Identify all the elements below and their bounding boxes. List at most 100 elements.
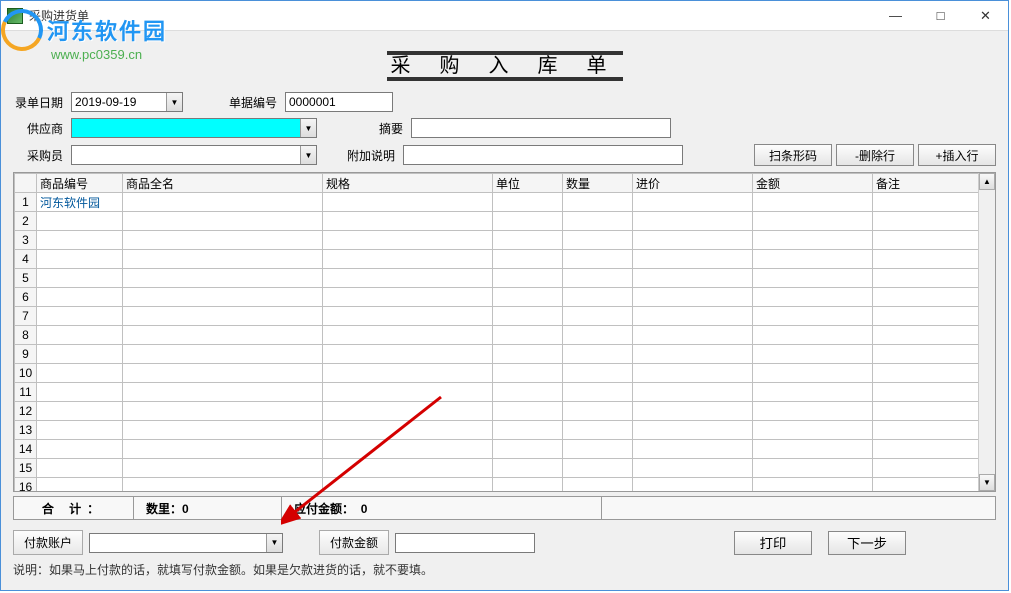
grid-cell[interactable]	[873, 231, 979, 250]
column-header[interactable]: 商品编号	[37, 174, 123, 193]
grid-cell[interactable]	[123, 193, 323, 212]
column-header[interactable]: 规格	[323, 174, 493, 193]
grid-cell[interactable]	[123, 459, 323, 478]
grid-cell[interactable]	[563, 288, 633, 307]
table-row[interactable]: 5	[15, 269, 979, 288]
grid-cell[interactable]	[493, 364, 563, 383]
grid-cell[interactable]	[493, 459, 563, 478]
buyer-combo[interactable]: ▼	[71, 145, 317, 165]
grid-cell[interactable]	[493, 326, 563, 345]
grid-cell[interactable]	[37, 364, 123, 383]
grid-cell[interactable]	[37, 459, 123, 478]
grid-cell[interactable]	[323, 421, 493, 440]
grid-cell[interactable]	[37, 250, 123, 269]
table-row[interactable]: 3	[15, 231, 979, 250]
grid-cell[interactable]	[37, 345, 123, 364]
grid-cell[interactable]	[563, 231, 633, 250]
grid-cell[interactable]	[753, 307, 873, 326]
grid-cell[interactable]	[323, 459, 493, 478]
grid-cell[interactable]	[323, 288, 493, 307]
grid-cell[interactable]	[873, 440, 979, 459]
grid-cell[interactable]	[323, 231, 493, 250]
grid-cell[interactable]	[633, 345, 753, 364]
grid-cell[interactable]	[873, 288, 979, 307]
grid-cell[interactable]	[123, 440, 323, 459]
grid-cell[interactable]	[873, 269, 979, 288]
table-row[interactable]: 9	[15, 345, 979, 364]
grid-cell[interactable]	[323, 440, 493, 459]
grid-cell[interactable]	[37, 269, 123, 288]
table-row[interactable]: 10	[15, 364, 979, 383]
grid-cell[interactable]	[37, 440, 123, 459]
grid-cell[interactable]	[123, 364, 323, 383]
summary-input[interactable]	[411, 118, 671, 138]
grid-cell[interactable]	[633, 421, 753, 440]
grid-cell[interactable]	[493, 478, 563, 492]
grid-cell[interactable]	[123, 402, 323, 421]
grid-cell[interactable]	[633, 307, 753, 326]
grid-cell[interactable]	[753, 326, 873, 345]
scroll-down-icon[interactable]: ▼	[979, 474, 995, 491]
grid-cell[interactable]	[873, 250, 979, 269]
extra-input[interactable]	[403, 145, 683, 165]
grid-cell[interactable]	[873, 478, 979, 492]
table-row[interactable]: 7	[15, 307, 979, 326]
grid-cell[interactable]	[563, 383, 633, 402]
grid-cell[interactable]	[873, 402, 979, 421]
table-row[interactable]: 14	[15, 440, 979, 459]
table-row[interactable]: 13	[15, 421, 979, 440]
grid-cell[interactable]	[633, 269, 753, 288]
doc-no-input[interactable]	[285, 92, 393, 112]
column-header[interactable]: 金额	[753, 174, 873, 193]
close-button[interactable]: ✕	[963, 1, 1008, 30]
grid-cell[interactable]	[633, 402, 753, 421]
grid-cell[interactable]	[873, 307, 979, 326]
grid-cell[interactable]	[123, 212, 323, 231]
delete-row-button[interactable]: -删除行	[836, 144, 914, 166]
grid-cell[interactable]	[493, 307, 563, 326]
grid-cell[interactable]	[753, 402, 873, 421]
grid-cell[interactable]	[633, 478, 753, 492]
column-header[interactable]: 进价	[633, 174, 753, 193]
grid-cell[interactable]	[323, 345, 493, 364]
grid-cell[interactable]	[873, 421, 979, 440]
grid-cell[interactable]	[323, 269, 493, 288]
supplier-combo[interactable]: ▼	[71, 118, 317, 138]
grid-cell[interactable]	[323, 212, 493, 231]
data-grid[interactable]: 商品编号商品全名规格单位数量进价金额备注1河东软件园23456789101112…	[13, 172, 996, 492]
grid-cell[interactable]	[493, 345, 563, 364]
grid-cell[interactable]	[753, 212, 873, 231]
grid-cell[interactable]	[753, 288, 873, 307]
next-button[interactable]: 下一步	[828, 531, 906, 555]
grid-cell[interactable]	[563, 478, 633, 492]
grid-cell[interactable]	[37, 288, 123, 307]
grid-cell[interactable]	[323, 478, 493, 492]
grid-cell[interactable]: 河东软件园	[37, 193, 123, 212]
grid-cell[interactable]	[563, 421, 633, 440]
print-button[interactable]: 打印	[734, 531, 812, 555]
grid-cell[interactable]	[753, 459, 873, 478]
grid-cell[interactable]	[873, 326, 979, 345]
grid-cell[interactable]	[563, 250, 633, 269]
grid-cell[interactable]	[873, 212, 979, 231]
grid-cell[interactable]	[563, 459, 633, 478]
grid-cell[interactable]	[493, 231, 563, 250]
grid-cell[interactable]	[493, 288, 563, 307]
table-row[interactable]: 12	[15, 402, 979, 421]
grid-cell[interactable]	[873, 345, 979, 364]
column-header[interactable]: 商品全名	[123, 174, 323, 193]
grid-cell[interactable]	[37, 212, 123, 231]
grid-cell[interactable]	[633, 288, 753, 307]
grid-cell[interactable]	[563, 307, 633, 326]
table-row[interactable]: 1河东软件园	[15, 193, 979, 212]
grid-cell[interactable]	[753, 231, 873, 250]
grid-cell[interactable]	[323, 307, 493, 326]
grid-cell[interactable]	[633, 440, 753, 459]
grid-cell[interactable]	[753, 421, 873, 440]
grid-cell[interactable]	[123, 231, 323, 250]
grid-cell[interactable]	[753, 478, 873, 492]
grid-cell[interactable]	[123, 345, 323, 364]
grid-cell[interactable]	[563, 269, 633, 288]
grid-cell[interactable]	[37, 478, 123, 492]
grid-cell[interactable]	[563, 440, 633, 459]
